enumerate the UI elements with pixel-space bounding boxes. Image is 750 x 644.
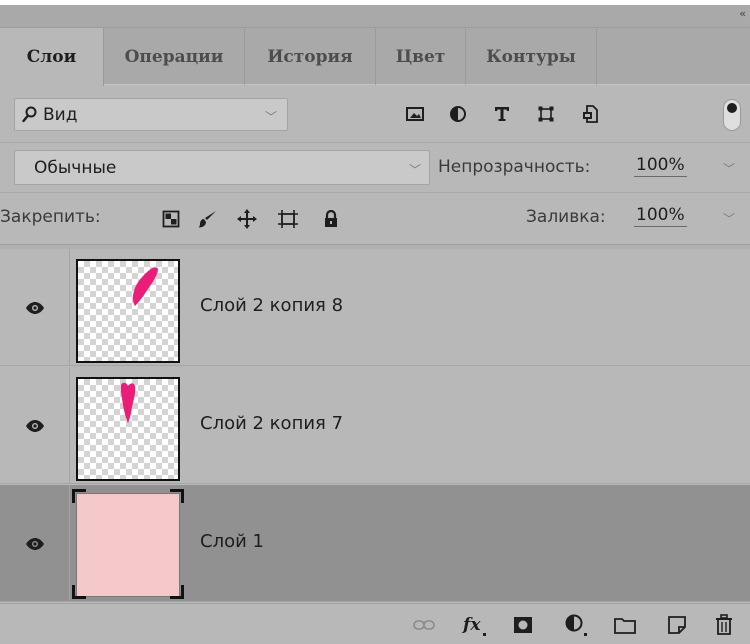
lock-row: Закрепить: Заливка: 100% ﹀ — [0, 193, 750, 245]
tab-history[interactable]: История — [245, 28, 376, 85]
lock-label: Закрепить: — [0, 207, 101, 227]
search-icon — [22, 106, 38, 128]
layer-row[interactable]: Слой 2 копия 7 — [0, 367, 750, 484]
layer-thumbnail — [76, 493, 180, 597]
opacity-input[interactable]: 100% — [634, 155, 687, 177]
lock-transparent-icon[interactable] — [160, 208, 182, 230]
bottom-toolbar: fx — [0, 603, 750, 644]
selection-corner — [170, 489, 184, 503]
blend-mode-dropdown[interactable]: Обычные ﹀ — [14, 150, 430, 185]
layers-list: Слой 2 копия 8 Слой 2 копия 7 Слой 1 — [0, 245, 750, 603]
toggle-knob — [727, 103, 737, 113]
opacity-label: Непрозрачность: — [438, 157, 591, 177]
layer-name: Слой 2 копия 7 — [200, 413, 344, 434]
chevron-down-icon: ﹀ — [264, 110, 277, 124]
petal-shape — [132, 267, 158, 306]
chevron-down-icon[interactable]: ﹀ — [723, 160, 735, 177]
layer-name: Слой 1 — [200, 531, 264, 552]
lock-move-icon[interactable] — [236, 208, 258, 230]
lock-all-icon[interactable] — [320, 208, 342, 230]
eye-icon[interactable] — [0, 485, 70, 602]
layer-row[interactable]: Слой 2 копия 8 — [0, 249, 750, 366]
fx-icon[interactable]: fx — [461, 613, 487, 637]
eye-icon[interactable] — [0, 367, 70, 484]
adjustment-filter-icon[interactable] — [447, 103, 469, 125]
filter-toggle[interactable] — [723, 99, 741, 131]
tab-actions[interactable]: Операции — [104, 28, 245, 85]
fill-label: Заливка: — [526, 207, 606, 227]
filter-kind-dropdown[interactable]: Вид ﹀ — [14, 98, 288, 131]
image-filter-icon[interactable] — [404, 103, 426, 125]
panel-top-strip: ‹‹ — [0, 5, 750, 28]
layer-thumbnail — [76, 259, 180, 363]
adjustment-layer-icon[interactable] — [563, 613, 589, 637]
petal-shape — [120, 382, 136, 423]
panel-tabs: Слои Операции История Цвет Контуры — [0, 28, 750, 86]
layer-name: Слой 2 копия 8 — [200, 295, 344, 316]
smart-object-filter-icon[interactable] — [580, 103, 602, 125]
selection-corner — [72, 585, 86, 599]
lock-artboard-icon[interactable] — [277, 208, 299, 230]
trash-icon[interactable] — [711, 613, 737, 637]
layers-panel: ‹‹ Слои Операции История Цвет Контуры Ви… — [0, 0, 750, 644]
chevron-down-icon[interactable]: ﹀ — [723, 210, 735, 227]
tab-paths[interactable]: Контуры — [466, 28, 597, 85]
lock-brush-icon[interactable] — [197, 208, 219, 230]
double-chevron-icon[interactable]: ‹‹ — [739, 7, 746, 20]
new-layer-icon[interactable] — [664, 613, 690, 637]
fill-input[interactable]: 100% — [634, 205, 687, 227]
blend-row: Обычные ﹀ Непрозрачность: 100% ﹀ — [0, 143, 750, 193]
layer-mask-icon[interactable] — [510, 613, 536, 637]
tab-layers[interactable]: Слои — [0, 28, 104, 86]
chevron-down-icon: ﹀ — [408, 163, 421, 177]
blend-mode-value: Обычные — [34, 158, 117, 178]
selection-corner — [170, 585, 184, 599]
link-layers-icon[interactable] — [411, 613, 437, 637]
group-folder-icon[interactable] — [612, 613, 638, 637]
type-filter-icon[interactable] — [491, 103, 513, 125]
filter-row: Вид ﹀ — [0, 86, 750, 143]
layer-row-selected[interactable]: Слой 1 — [0, 485, 750, 602]
svg-text:fx: fx — [462, 615, 481, 635]
layer-thumbnail — [76, 377, 180, 481]
selection-corner — [72, 489, 86, 503]
eye-icon[interactable] — [0, 249, 70, 366]
tab-color[interactable]: Цвет — [376, 28, 466, 85]
shape-filter-icon[interactable] — [535, 103, 557, 125]
filter-kind-label: Вид — [43, 105, 78, 125]
